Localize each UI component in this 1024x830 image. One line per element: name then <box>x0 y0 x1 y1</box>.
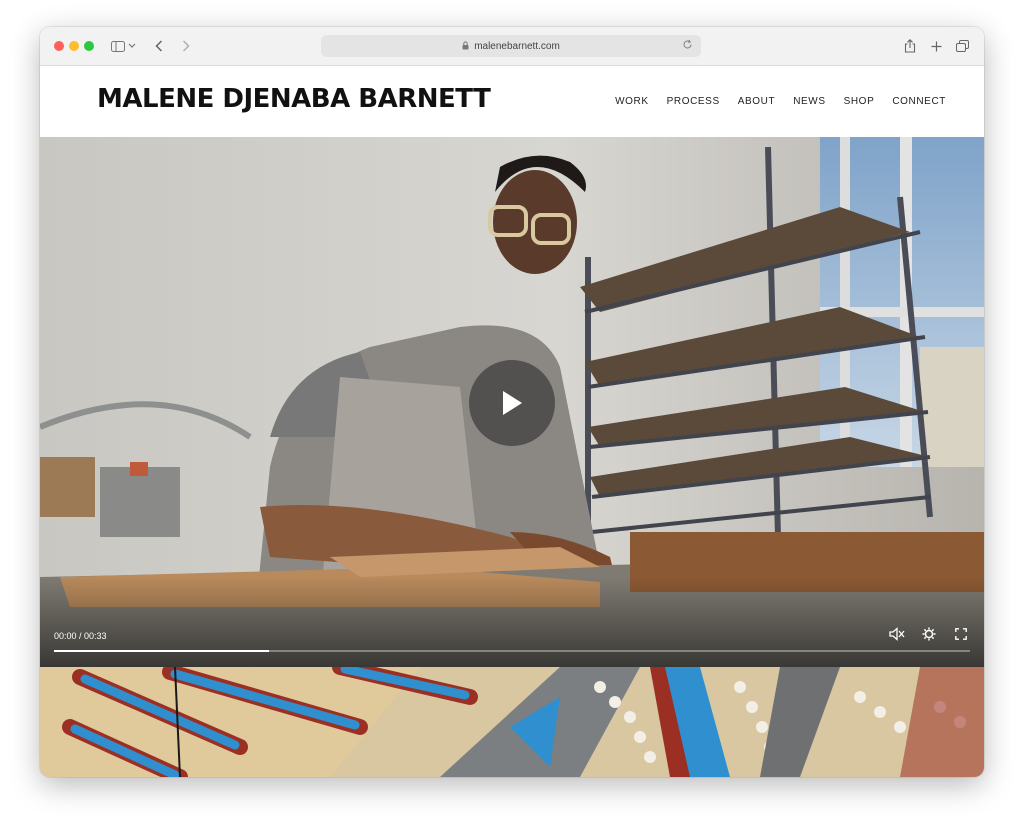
nav-work[interactable]: WORK <box>615 96 649 107</box>
address-bar[interactable]: malenebarnett.com <box>321 35 701 57</box>
forward-icon[interactable] <box>179 35 193 57</box>
settings-button[interactable] <box>920 625 938 643</box>
video-progress-bar[interactable] <box>54 650 970 652</box>
fullscreen-button[interactable] <box>952 625 970 643</box>
mute-icon <box>889 627 905 641</box>
new-tab-icon[interactable] <box>928 35 944 57</box>
play-button[interactable] <box>469 360 555 446</box>
lock-icon <box>462 40 469 52</box>
nav-process[interactable]: PROCESS <box>667 96 720 107</box>
nav-shop[interactable]: SHOP <box>844 96 875 107</box>
share-icon[interactable] <box>902 35 918 57</box>
sidebar-toggle-icon[interactable] <box>110 35 136 57</box>
main-nav: WORK PROCESS ABOUT NEWS SHOP CONNECT <box>615 96 946 107</box>
close-window-button[interactable] <box>54 41 64 51</box>
site-header: MALENE DJENABA BARNETT WORK PROCESS ABOU… <box>40 66 984 137</box>
site-logo[interactable]: MALENE DJENABA BARNETT <box>97 84 491 114</box>
video-time: 00:00 / 00:33 <box>54 631 107 641</box>
minimize-window-button[interactable] <box>69 41 79 51</box>
browser-toolbar: malenebarnett.com <box>40 27 984 66</box>
gear-icon <box>922 627 936 641</box>
mute-button[interactable] <box>888 625 906 643</box>
reload-icon[interactable] <box>682 39 693 53</box>
video-controls-overlay <box>40 577 984 667</box>
play-icon <box>503 391 522 415</box>
nav-connect[interactable]: CONNECT <box>892 96 946 107</box>
url-text: malenebarnett.com <box>474 40 560 52</box>
tab-overview-icon[interactable] <box>954 35 970 57</box>
nav-about[interactable]: ABOUT <box>738 96 775 107</box>
video-progress-fill <box>54 650 270 652</box>
ceramic-tiles-image <box>40 667 984 777</box>
nav-news[interactable]: NEWS <box>793 96 825 107</box>
hero-video[interactable]: 00:00 / 00:33 <box>40 137 984 667</box>
zoom-window-button[interactable] <box>84 41 94 51</box>
back-icon[interactable] <box>152 35 166 57</box>
browser-window: malenebarnett.com MALENE DJENABA BARNETT… <box>40 27 984 777</box>
fullscreen-icon <box>955 628 967 640</box>
